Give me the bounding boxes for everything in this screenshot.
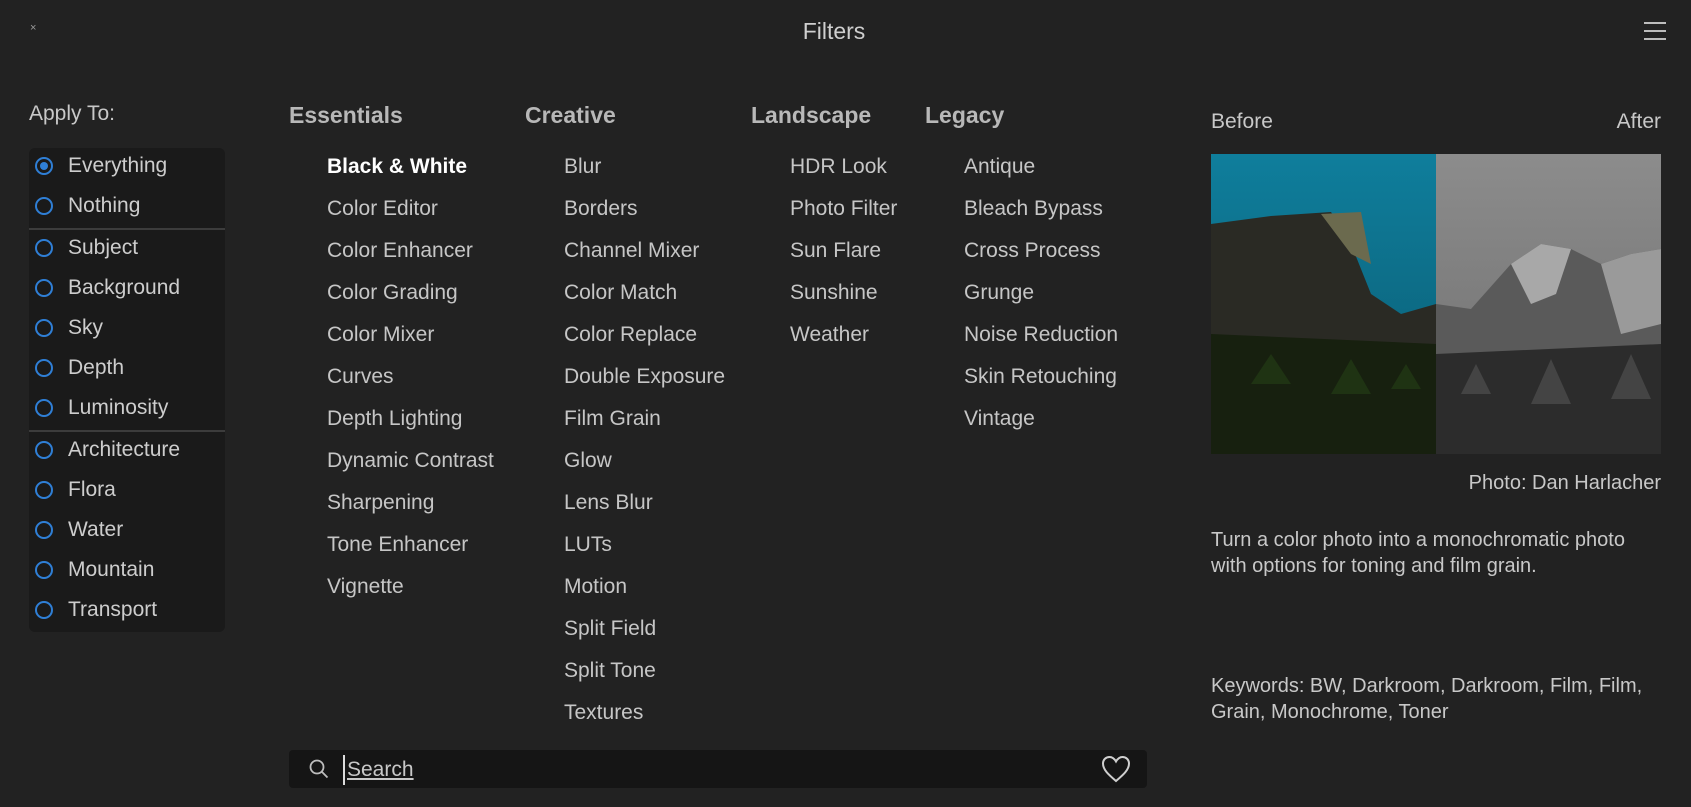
filter-item[interactable]: Depth Lighting	[327, 407, 462, 431]
filter-item[interactable]: Channel Mixer	[564, 239, 699, 263]
divider	[29, 228, 225, 230]
radio-button-icon[interactable]	[35, 481, 53, 499]
apply-to-option-transport[interactable]: Transport	[29, 592, 225, 628]
filter-item[interactable]: Color Match	[564, 281, 677, 305]
filter-item[interactable]: Grunge	[964, 281, 1034, 305]
category-header-legacy[interactable]: Legacy	[925, 102, 1004, 129]
apply-to-panel: Everything Nothing Subject Background Sky Dep…	[29, 148, 225, 632]
radio-button-icon[interactable]	[35, 239, 53, 257]
before-label: Before	[1211, 110, 1273, 133]
filter-item[interactable]: Glow	[564, 449, 612, 473]
apply-to-option-label: Background	[68, 276, 181, 299]
apply-to-option-label: Architecture	[68, 438, 181, 461]
filter-item[interactable]: Double Exposure	[564, 365, 725, 389]
radio-button-icon[interactable]	[35, 601, 53, 619]
filter-item[interactable]: Black & White	[327, 155, 467, 179]
filter-item[interactable]: Textures	[564, 701, 643, 725]
filter-item[interactable]: Film Grain	[564, 407, 661, 431]
radio-button-icon[interactable]	[35, 441, 53, 459]
filter-item[interactable]: Lens Blur	[564, 491, 653, 515]
preview-photo	[1211, 154, 1661, 454]
filter-item[interactable]: Antique	[964, 155, 1035, 179]
apply-to-option-label: Mountain	[68, 558, 155, 581]
filter-item[interactable]: Motion	[564, 575, 627, 599]
apply-to-option-depth[interactable]: Depth	[29, 350, 225, 386]
filter-item[interactable]: Blur	[564, 155, 601, 179]
after-label: After	[1616, 110, 1661, 133]
filter-item[interactable]: HDR Look	[790, 155, 887, 179]
filter-item[interactable]: Color Replace	[564, 323, 697, 347]
filter-item[interactable]: Color Editor	[327, 197, 438, 221]
apply-to-option-label: Transport	[68, 598, 158, 621]
category-header-creative[interactable]: Creative	[525, 102, 616, 129]
radio-button-icon[interactable]	[35, 157, 53, 175]
filter-item[interactable]: Tone Enhancer	[327, 533, 468, 557]
filter-item[interactable]: Cross Process	[964, 239, 1101, 263]
apply-to-option-label: Sky	[68, 316, 104, 339]
apply-to-option-label: Water	[68, 518, 124, 541]
before-after-preview-image	[1211, 154, 1661, 454]
filter-item[interactable]: Dynamic Contrast	[327, 449, 494, 473]
filter-item[interactable]: Borders	[564, 197, 638, 221]
apply-to-option-luminosity[interactable]: Luminosity	[29, 390, 225, 426]
category-header-landscape[interactable]: Landscape	[751, 102, 871, 129]
radio-button-icon[interactable]	[35, 319, 53, 337]
apply-to-option-label: Depth	[68, 356, 125, 379]
apply-to-option-label: Subject	[68, 236, 139, 259]
filter-item[interactable]: Bleach Bypass	[964, 197, 1103, 221]
photo-credit: Photo: Dan Harlacher	[1468, 472, 1661, 494]
apply-to-option-everything[interactable]: Everything	[29, 148, 225, 184]
radio-button-icon[interactable]	[35, 279, 53, 297]
search-bar	[289, 750, 1147, 788]
category-header-essentials[interactable]: Essentials	[289, 102, 403, 129]
filter-item[interactable]: Split Tone	[564, 659, 656, 683]
filter-item[interactable]: Color Mixer	[327, 323, 434, 347]
filter-item[interactable]: Vintage	[964, 407, 1035, 431]
radio-button-icon[interactable]	[35, 521, 53, 539]
apply-to-option-water[interactable]: Water	[29, 512, 225, 548]
window-title: Filters	[802, 18, 866, 44]
filter-item[interactable]: Sharpening	[327, 491, 434, 515]
filter-item[interactable]: Skin Retouching	[964, 365, 1117, 389]
filter-item[interactable]: Sun Flare	[790, 239, 881, 263]
filter-description: Turn a color photo into a monochromatic …	[1211, 529, 1625, 577]
radio-button-icon[interactable]	[35, 399, 53, 417]
filter-item[interactable]: Curves	[327, 365, 394, 389]
apply-to-option-subject[interactable]: Subject	[29, 230, 225, 266]
filter-item[interactable]: Photo Filter	[790, 197, 897, 221]
filter-keywords: Keywords: BW, Darkroom, Darkroom, Film, …	[1211, 675, 1643, 723]
favorites-heart-icon[interactable]	[1101, 755, 1131, 783]
apply-to-option-label: Nothing	[68, 194, 141, 217]
filter-item[interactable]: Noise Reduction	[964, 323, 1118, 347]
apply-to-option-background[interactable]: Background	[29, 270, 225, 306]
apply-to-option-sky[interactable]: Sky	[29, 310, 225, 346]
apply-to-option-label: Flora	[68, 478, 116, 501]
filter-item[interactable]: Weather	[790, 323, 869, 347]
filter-item[interactable]: Sunshine	[790, 281, 878, 305]
apply-to-option-flora[interactable]: Flora	[29, 472, 225, 508]
radio-button-icon[interactable]	[35, 359, 53, 377]
apply-to-option-label: Luminosity	[68, 396, 169, 419]
filter-item[interactable]: Color Grading	[327, 281, 458, 305]
radio-button-icon[interactable]	[35, 197, 53, 215]
apply-to-option-nothing[interactable]: Nothing	[29, 188, 225, 224]
radio-button-icon[interactable]	[35, 561, 53, 579]
search-input[interactable]	[343, 755, 1049, 785]
search-icon	[309, 759, 329, 779]
filter-item[interactable]: Color Enhancer	[327, 239, 473, 263]
apply-to-option-architecture[interactable]: Architecture	[29, 432, 225, 468]
divider	[29, 430, 225, 432]
apply-to-option-label: Everything	[68, 154, 168, 177]
filter-item[interactable]: LUTs	[564, 533, 612, 557]
apply-to-option-mountain[interactable]: Mountain	[29, 552, 225, 588]
apply-to-label: Apply To:	[29, 102, 115, 125]
hamburger-menu-icon[interactable]	[1644, 22, 1666, 40]
filter-item[interactable]: Split Field	[564, 617, 656, 641]
filter-item[interactable]: Vignette	[327, 575, 404, 599]
